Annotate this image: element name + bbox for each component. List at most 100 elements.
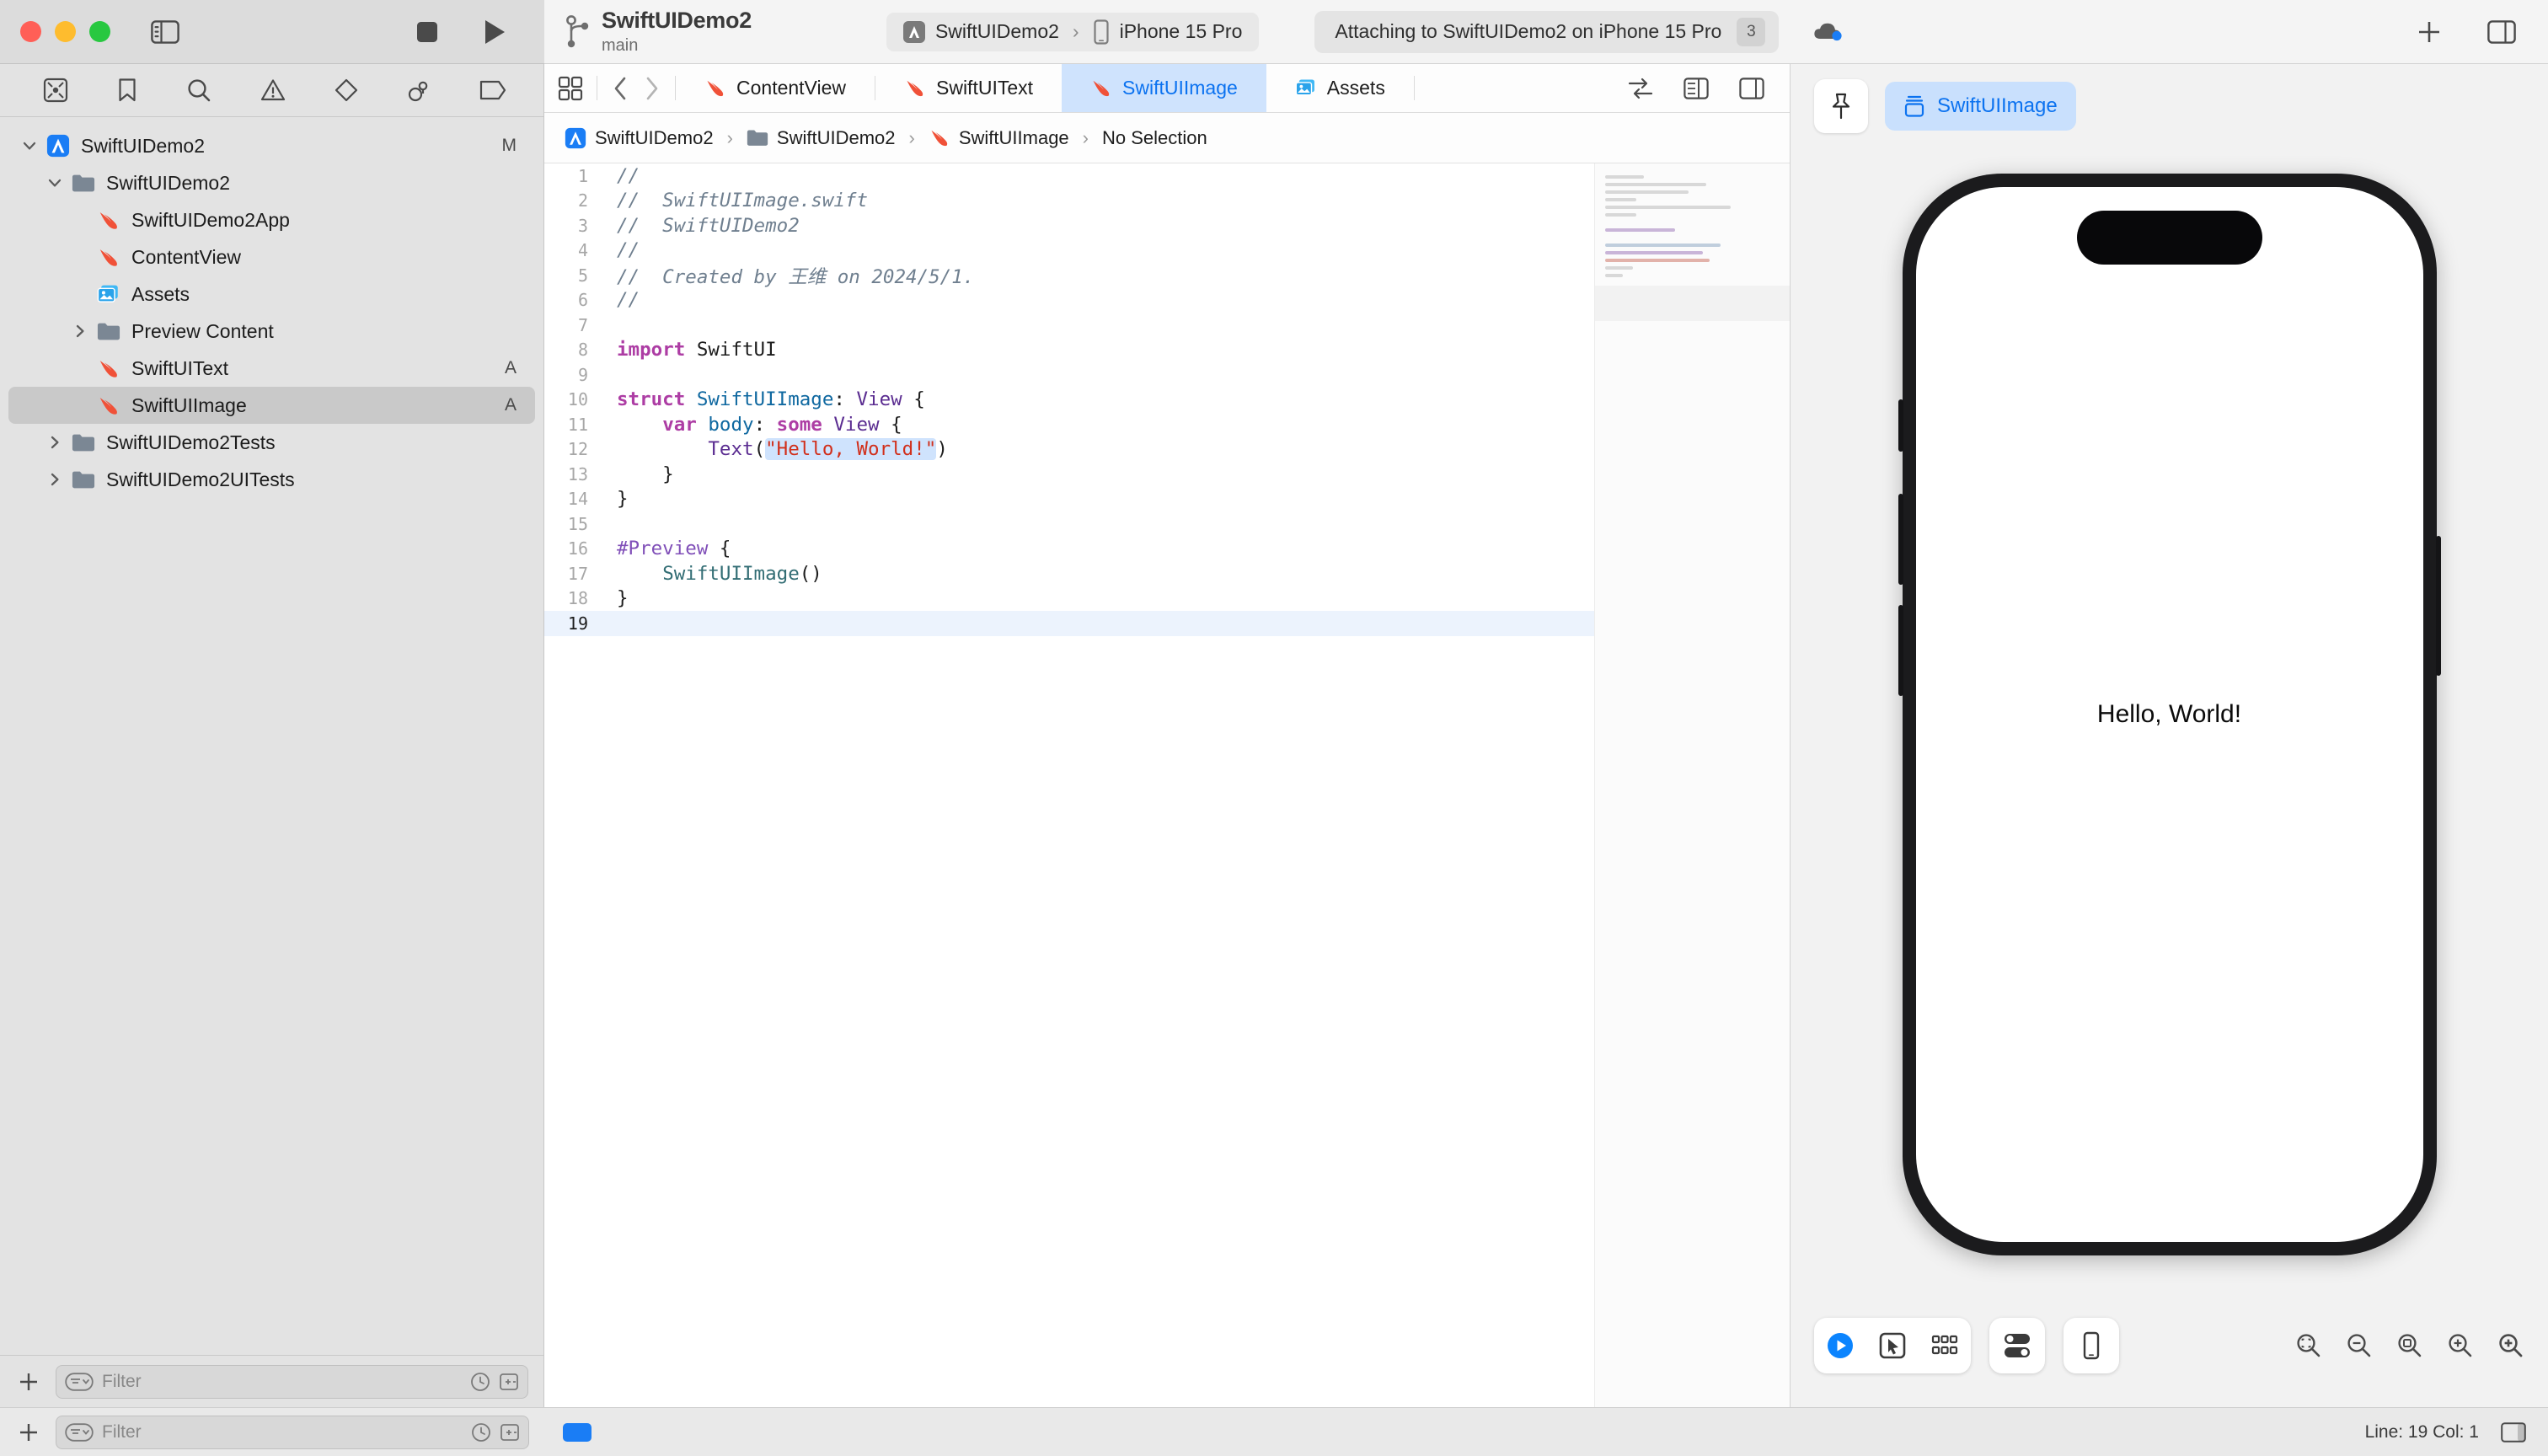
pin-icon[interactable] — [1814, 79, 1868, 133]
chevron-right-icon[interactable] — [44, 471, 66, 488]
code-line[interactable]: 3 // SwiftUIDemo2 — [544, 213, 1594, 238]
source-control-filter-icon[interactable] — [500, 1422, 520, 1443]
clock-icon[interactable] — [470, 1372, 490, 1392]
stop-button[interactable] — [408, 13, 447, 51]
plus-icon[interactable] — [2410, 13, 2449, 51]
debug-area-toggle[interactable] — [563, 1422, 592, 1442]
code-token: // — [617, 164, 640, 187]
chevron-down-icon[interactable] — [19, 137, 40, 154]
zoom-out-icon[interactable] — [2346, 1332, 2373, 1359]
code-line[interactable]: 4 // — [544, 238, 1594, 264]
grid-dots-icon[interactable] — [1919, 1318, 1971, 1373]
sidebar-item-swiftuidemo2[interactable]: SwiftUIDemo2 M — [8, 127, 535, 164]
breadcrumb-item[interactable]: SwiftUIDemo2 — [747, 127, 896, 149]
zoom-actual-icon[interactable] — [2396, 1332, 2423, 1359]
code-line[interactable]: 14} — [544, 487, 1594, 512]
code-line[interactable]: 10 struct SwiftUIImage: View { — [544, 388, 1594, 413]
code-line[interactable]: 8 import SwiftUI — [544, 338, 1594, 363]
tab-grid-icon[interactable] — [544, 64, 597, 112]
sidebar-item-source-control-navigator[interactable] — [43, 76, 68, 104]
code-line[interactable]: 13 } — [544, 462, 1594, 487]
code-line[interactable]: 11 var body: some View { — [544, 412, 1594, 437]
sidebar-item-swiftuidemo2tests[interactable]: SwiftUIDemo2Tests — [8, 424, 535, 461]
code-line[interactable]: 2 // SwiftUIImage.swift — [544, 189, 1594, 214]
sidebar-item-swiftuidemo2uitests[interactable]: SwiftUIDemo2UITests — [8, 461, 535, 498]
source-control-filter-icon[interactable] — [499, 1372, 519, 1392]
device-preview-stage[interactable]: Hello, World! — [1791, 148, 2548, 1407]
tab-swiftuitext[interactable]: SwiftUIText — [875, 64, 1062, 112]
zoom-fit-icon[interactable] — [2295, 1332, 2322, 1359]
plus-icon[interactable] — [12, 1371, 46, 1393]
sidebar-item-issue-navigator[interactable] — [260, 76, 286, 104]
sidebar-left-icon[interactable] — [146, 13, 185, 51]
code-line[interactable]: 9 — [544, 362, 1594, 388]
add-editor-icon[interactable] — [1739, 77, 1764, 99]
editor-options-icon[interactable] — [1684, 77, 1709, 99]
breadcrumb[interactable]: SwiftUIDemo2 › SwiftUIDemo2 › SwiftUIImage › N… — [544, 113, 1790, 163]
sidebar-item-debug-navigator[interactable] — [407, 76, 431, 104]
code-line[interactable]: 7 — [544, 313, 1594, 338]
code-line[interactable]: 12 Text("Hello, World!") — [544, 437, 1594, 463]
sidebar-item-swiftuiimage[interactable]: SwiftUIImage A — [8, 387, 535, 424]
cloud-status-icon[interactable] — [1812, 21, 1843, 43]
sidebar-right-icon[interactable] — [2482, 13, 2521, 51]
code-review-icon[interactable] — [1628, 78, 1653, 99]
status-filter-input[interactable]: Filter — [56, 1415, 529, 1449]
source-code-text[interactable]: 1 // 2 // SwiftUIImage.swift 3 // SwiftUIDemo… — [544, 163, 1594, 1407]
filter-scope-icon[interactable] — [65, 1422, 94, 1442]
sidebar-item-swiftuidemo2[interactable]: SwiftUIDemo2 — [8, 164, 535, 201]
project-file-tree[interactable]: SwiftUIDemo2 M SwiftUIDemo2 SwiftUIDemo2App… — [0, 117, 543, 1355]
preview-name-chip[interactable]: SwiftUIImage — [1885, 82, 2076, 131]
code-line[interactable]: 18} — [544, 586, 1594, 612]
code-line[interactable]: 19 — [544, 611, 1594, 636]
code-line[interactable]: 6 // — [544, 288, 1594, 313]
code-line[interactable]: 1 // — [544, 163, 1594, 189]
clock-icon[interactable] — [471, 1422, 491, 1443]
chevron-right-icon[interactable] — [638, 74, 666, 103]
breadcrumb-item[interactable]: No Selection — [1102, 127, 1207, 149]
sidebar-item-swiftuitext[interactable]: SwiftUIText A — [8, 350, 535, 387]
minimize-window-button[interactable] — [55, 21, 76, 42]
status-badge[interactable]: 3 — [1737, 17, 1766, 46]
chevron-left-icon[interactable] — [606, 74, 634, 103]
code-minimap[interactable] — [1594, 163, 1790, 1407]
folder-icon — [96, 322, 121, 341]
code-line[interactable]: 15 — [544, 511, 1594, 537]
code-line[interactable]: 5 // Created by 王维 on 2024/5/1. — [544, 263, 1594, 288]
sidebar-item-swiftuidemo2app[interactable]: SwiftUIDemo2App — [8, 201, 535, 238]
toggles-icon[interactable] — [1989, 1318, 2045, 1373]
breadcrumb-item[interactable]: SwiftUIImage — [929, 127, 1069, 149]
sidebar-item-bookmark-navigator[interactable] — [117, 76, 137, 104]
chevron-right-icon[interactable] — [44, 434, 66, 451]
tab-swiftuiimage[interactable]: SwiftUIImage — [1062, 64, 1266, 112]
zoom-in-alt-icon[interactable] — [2447, 1332, 2474, 1359]
scheme-destination-selector[interactable]: SwiftUIDemo2 › iPhone 15 Pro — [886, 12, 1260, 51]
cursor-box-icon[interactable] — [1866, 1318, 1919, 1373]
chevron-down-icon[interactable] — [44, 174, 66, 191]
sidebar-item-assets[interactable]: Assets — [8, 276, 535, 313]
sidebar-item-find-navigator[interactable] — [186, 76, 211, 104]
sidebar-item-preview-content[interactable]: Preview Content — [8, 313, 535, 350]
play-circle-icon[interactable] — [1814, 1318, 1866, 1373]
close-window-button[interactable] — [20, 21, 41, 42]
device-frame-icon[interactable] — [2064, 1318, 2119, 1373]
breadcrumb-item[interactable]: SwiftUIDemo2 — [565, 127, 714, 149]
run-button[interactable] — [475, 13, 514, 51]
code-line[interactable]: 16 #Preview { — [544, 537, 1594, 562]
sidebar-item-breakpoint-navigator[interactable] — [479, 76, 506, 104]
zoom-window-button[interactable] — [89, 21, 110, 42]
activity-status-view[interactable]: Attaching to SwiftUIDemo2 on iPhone 15 P… — [1314, 10, 1780, 53]
project-branch-block[interactable]: SwiftUIDemo2 main — [565, 8, 752, 55]
device-screen[interactable]: Hello, World! — [1915, 187, 2423, 1242]
tab-contentview[interactable]: ContentView — [676, 64, 875, 112]
sidebar-item-contentview[interactable]: ContentView — [8, 238, 535, 276]
filter-scope-icon[interactable] — [65, 1372, 94, 1391]
tab-assets[interactable]: Assets — [1266, 64, 1414, 112]
chevron-right-icon[interactable] — [69, 323, 91, 340]
code-line[interactable]: 17 SwiftUIImage() — [544, 561, 1594, 586]
inspector-toggle-icon[interactable] — [2501, 1421, 2526, 1443]
plus-icon[interactable] — [12, 1421, 46, 1443]
sidebar-item-test-navigator[interactable] — [335, 76, 358, 104]
filter-input[interactable]: Filter — [56, 1364, 528, 1399]
zoom-in-icon[interactable] — [2497, 1332, 2524, 1359]
